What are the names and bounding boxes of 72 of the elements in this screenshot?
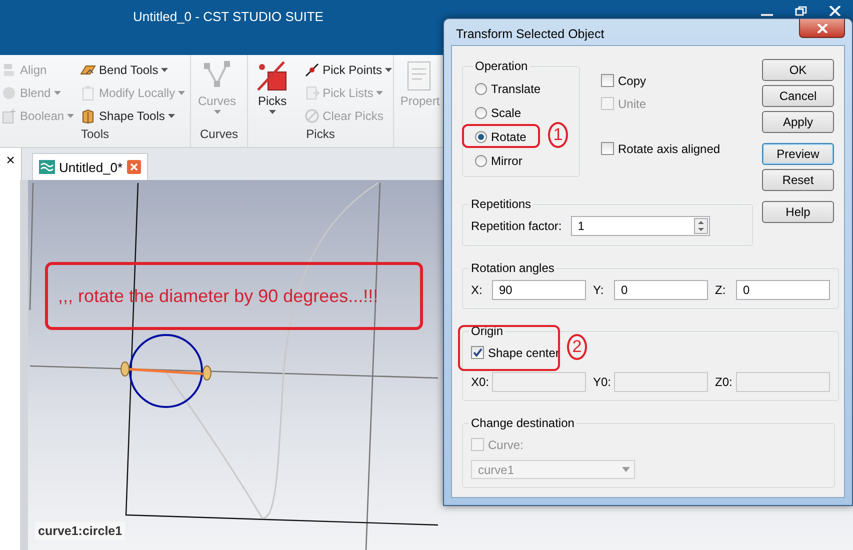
- caret-icon: [161, 68, 168, 72]
- group-label: Tools: [80, 127, 110, 143]
- ribbon-button[interactable]: Picks: [248, 58, 297, 127]
- caret-icon: [67, 114, 74, 118]
- field-label: Z:: [715, 283, 727, 297]
- pen-line-icon: [304, 62, 320, 78]
- clipboard-icon: [80, 84, 96, 100]
- window-title: Untitled_0 - CST STUDIO SUITE: [132, 8, 324, 24]
- close-icon: [126, 160, 141, 174]
- group-label: Operation: [474, 59, 529, 73]
- close-icon: [816, 24, 828, 32]
- minimize-icon: [761, 14, 773, 16]
- caret-icon: [268, 110, 276, 114]
- stacked-blocks-icon: [1, 62, 17, 78]
- restore-icon: [795, 6, 807, 16]
- dialog-button[interactable]: Help: [762, 201, 834, 223]
- radio-button[interactable]: Mirror: [475, 149, 522, 173]
- clear-circle-icon: [304, 108, 320, 124]
- radio-button[interactable]: Rotate: [475, 125, 526, 149]
- field-label: Z0:: [715, 375, 734, 389]
- sphere-icon: [1, 84, 17, 100]
- dialog-button[interactable]: Preview: [762, 143, 834, 165]
- caret-icon: [54, 90, 61, 94]
- dialog-button[interactable]: Apply: [762, 111, 834, 133]
- field-label: X:: [471, 283, 484, 297]
- field-label: Y:: [593, 283, 605, 297]
- caret-icon: [178, 90, 186, 94]
- handle-marker[interactable]: [202, 366, 212, 380]
- radio-button[interactable]: Scale: [475, 101, 522, 125]
- caret-icon: [385, 68, 392, 72]
- box-icon: [80, 108, 96, 124]
- spinner-icon: [694, 218, 708, 234]
- document-plus-icon: [1, 108, 17, 124]
- caret-icon: [168, 114, 175, 118]
- caret-icon: [214, 110, 220, 114]
- input-field[interactable]: 90: [492, 280, 586, 300]
- panel-close-button[interactable]: ×: [0, 148, 22, 180]
- caret-icon: [376, 90, 384, 94]
- ribbon-button[interactable]: Shape Tools: [79, 104, 186, 127]
- dialog-button[interactable]: Cancel: [762, 85, 834, 107]
- group-label: Repetitions: [470, 197, 532, 211]
- group-label: Curves: [198, 127, 239, 143]
- step-number: 2: [567, 334, 587, 360]
- dialog-button[interactable]: Reset: [762, 169, 834, 191]
- checkbox[interactable]: Copy: [601, 69, 720, 92]
- step-number: 1: [548, 122, 568, 148]
- field-label: X0:: [471, 375, 490, 389]
- input-field[interactable]: 0: [736, 280, 830, 300]
- list-arrow-icon: [304, 84, 320, 100]
- group-label: Picks: [305, 127, 336, 143]
- group-label: Rotation angles: [470, 261, 556, 275]
- dialog-title: Transform Selected Object: [455, 26, 604, 41]
- ribbon-button[interactable]: Bend Tools: [79, 58, 186, 81]
- square-slash-icon: [256, 60, 288, 92]
- group-label: Origin: [470, 324, 504, 338]
- spin-field[interactable]: 1: [570, 216, 710, 236]
- dialog-button[interactable]: OK: [762, 59, 834, 81]
- handle-marker[interactable]: [120, 362, 130, 376]
- wave-icon: [39, 160, 55, 174]
- close-icon: [829, 6, 841, 16]
- group-label: Change destination: [470, 416, 576, 430]
- field-label: Repetition factor:: [471, 218, 562, 232]
- caret-icon: [622, 467, 630, 472]
- checkbox[interactable]: Rotate axis aligned: [601, 137, 720, 160]
- ribbon-button[interactable]: Pick Points: [302, 58, 393, 81]
- object-label: curve1:circle1: [35, 522, 126, 540]
- radio-button[interactable]: Translate: [475, 77, 541, 101]
- close-button[interactable]: [799, 19, 845, 38]
- field-label: Y0:: [593, 375, 612, 389]
- input-field[interactable]: 0: [614, 280, 708, 300]
- document-tab[interactable]: Untitled_0*: [32, 153, 148, 180]
- checkmark-icon: [472, 347, 483, 358]
